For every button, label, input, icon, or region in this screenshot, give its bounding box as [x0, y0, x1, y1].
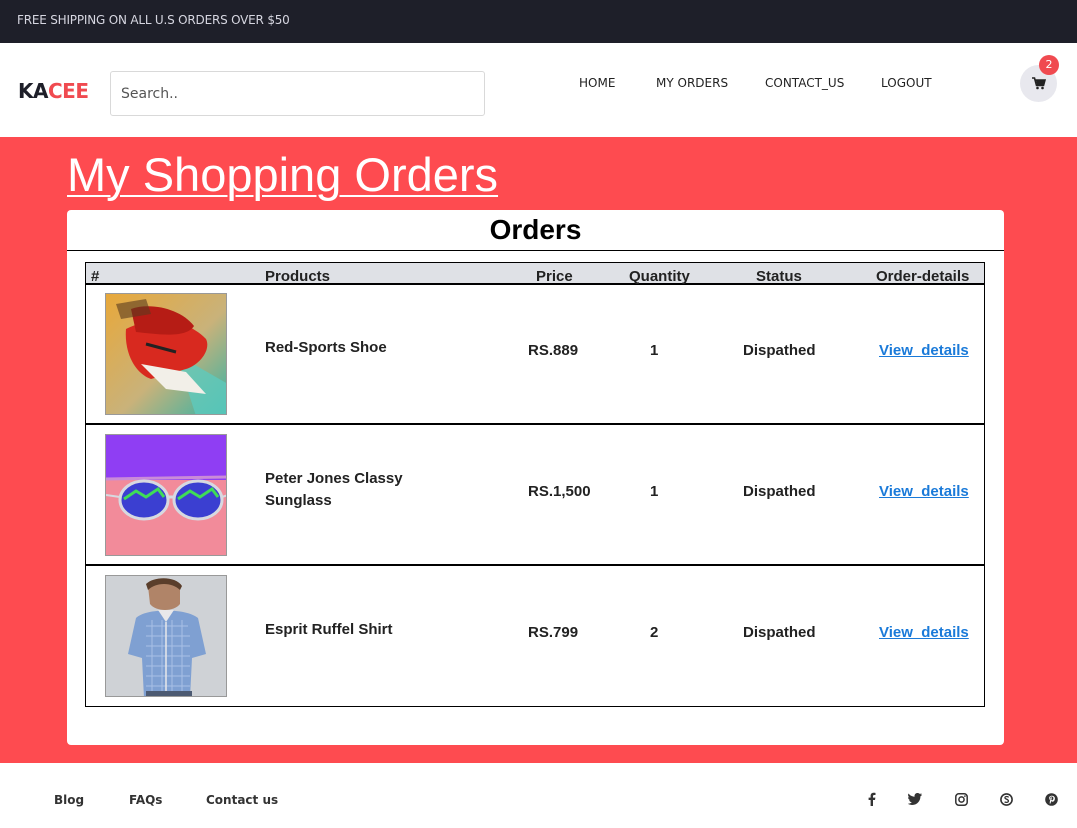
pinterest-icon[interactable] [1041, 789, 1061, 809]
product-image-sunglass[interactable] [105, 434, 227, 556]
orders-section: My Shopping Orders Orders # Products Pri… [0, 137, 1077, 763]
site-header: KACEE HOME MY ORDERS CONTACT_US LOGOUT 2 [0, 43, 1077, 137]
search-input[interactable] [110, 71, 485, 116]
table-row: Esprit Ruffel Shirt RS.799 2 Dispathed V… [86, 567, 984, 707]
twitter-icon[interactable] [905, 789, 925, 809]
product-name: Esprit Ruffel Shirt [265, 621, 393, 638]
column-header-quantity: Quantity [629, 268, 690, 285]
product-name: Peter Jones Classy Sunglass [265, 470, 403, 509]
footer-link-blog[interactable]: Blog [54, 793, 84, 807]
product-name: Red-Sports Shoe [265, 339, 387, 356]
cart-count-badge: 2 [1039, 55, 1059, 75]
order-status: Dispathed [743, 483, 816, 500]
column-header-products: Products [265, 268, 331, 285]
skype-icon[interactable] [996, 789, 1016, 809]
nav-home[interactable]: HOME [579, 76, 615, 90]
order-status: Dispathed [743, 342, 816, 359]
instagram-icon[interactable] [951, 789, 971, 809]
facebook-icon[interactable] [862, 789, 882, 809]
product-quantity: 2 [650, 624, 659, 641]
view-details-link[interactable]: View_details [879, 342, 969, 359]
product-quantity: 1 [650, 342, 659, 359]
divider [67, 250, 1004, 251]
product-image-shirt[interactable] [105, 575, 227, 697]
product-price: RS.799 [528, 624, 579, 641]
site-footer: Blog FAQs Contact us [0, 763, 1077, 828]
product-image-shoe[interactable] [105, 293, 227, 415]
table-row: Red-Sports Shoe RS.889 1 Dispathed View_… [86, 285, 984, 425]
table-row: Peter Jones Classy Sunglass RS.1,500 1 D… [86, 426, 984, 566]
nav-my-orders[interactable]: MY ORDERS [656, 76, 728, 90]
column-header-index: # [91, 268, 100, 285]
product-quantity: 1 [650, 483, 659, 500]
column-header-status: Status [756, 268, 802, 285]
view-details-link[interactable]: View_details [879, 483, 969, 500]
table-header: # Products Price Quantity Status Order-d… [86, 263, 984, 285]
nav-contact-us[interactable]: CONTACT_US [765, 76, 844, 90]
page-title[interactable]: My Shopping Orders [67, 147, 498, 202]
product-price: RS.1,500 [528, 483, 591, 500]
footer-link-contact-us[interactable]: Contact us [206, 793, 278, 807]
column-header-order-details: Order-details [876, 268, 970, 285]
orders-card: Orders # Products Price Quantity Status … [67, 210, 1004, 745]
orders-table: # Products Price Quantity Status Order-d… [85, 262, 985, 707]
footer-link-faqs[interactable]: FAQs [129, 793, 162, 807]
nav-logout[interactable]: LOGOUT [881, 76, 932, 90]
logo[interactable]: KACEE [18, 79, 89, 103]
order-status: Dispathed [743, 624, 816, 641]
promo-bar: FREE SHIPPING ON ALL U.S ORDERS OVER $50 [0, 0, 1077, 43]
product-price: RS.889 [528, 342, 579, 359]
promo-text: FREE SHIPPING ON ALL U.S ORDERS OVER $50 [17, 13, 290, 27]
column-header-price: Price [536, 268, 573, 285]
view-details-link[interactable]: View_details [879, 624, 969, 641]
card-title: Orders [489, 214, 582, 245]
shopping-cart-icon [1031, 77, 1046, 90]
